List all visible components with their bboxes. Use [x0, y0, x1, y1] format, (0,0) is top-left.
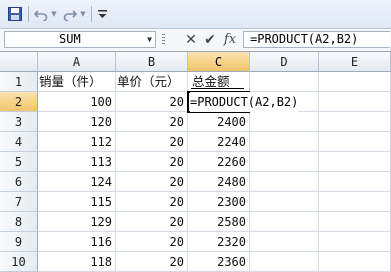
toolbar-separator — [28, 6, 29, 22]
row-header-6[interactable]: 6 — [0, 172, 38, 192]
cell-d4[interactable] — [250, 132, 319, 152]
cell-b3[interactable]: 20 — [116, 112, 188, 132]
cell-a8[interactable]: 129 — [38, 212, 116, 232]
select-all-corner[interactable] — [0, 52, 38, 72]
column-header-b[interactable]: B — [116, 52, 188, 72]
cell-b5[interactable]: 20 — [116, 152, 188, 172]
cell-b9[interactable]: 20 — [116, 232, 188, 252]
cell-d3[interactable] — [250, 112, 319, 132]
c1-underline — [191, 88, 244, 89]
cell-b1[interactable]: 单价（元） — [116, 72, 188, 92]
cell-d6[interactable] — [250, 172, 319, 192]
cell-a3[interactable]: 120 — [38, 112, 116, 132]
redo-dropdown-icon[interactable]: ▼ — [79, 4, 87, 24]
cell-d9[interactable] — [250, 232, 319, 252]
formula-input[interactable]: =PRODUCT(A2,B2) — [243, 31, 390, 48]
name-box-value: SUM — [59, 32, 81, 46]
column-header-a[interactable]: A — [38, 52, 116, 72]
cell-e10[interactable] — [319, 252, 391, 272]
redo-icon[interactable] — [61, 4, 79, 24]
cell-e6[interactable] — [319, 172, 391, 192]
insert-function-icon[interactable]: fx — [221, 31, 239, 49]
toolbar-separator — [91, 6, 92, 22]
enter-icon[interactable]: ✔ — [202, 31, 218, 49]
cell-b6[interactable]: 20 — [116, 172, 188, 192]
cell-a6[interactable]: 124 — [38, 172, 116, 192]
row-header-4[interactable]: 4 — [0, 132, 38, 152]
cell-d1[interactable] — [250, 72, 319, 92]
cell-c8[interactable]: 2580 — [188, 212, 250, 232]
cell-c1[interactable]: 总金额 — [188, 72, 250, 92]
column-header-d[interactable]: D — [250, 52, 319, 72]
cell-a2[interactable]: 100 — [38, 92, 116, 112]
name-box-dropdown-icon[interactable]: ▼ — [147, 32, 152, 47]
name-box[interactable]: SUM ▼ — [4, 31, 156, 48]
cell-c10[interactable]: 2360 — [188, 252, 250, 272]
cell-a5[interactable]: 113 — [38, 152, 116, 172]
cell-e3[interactable] — [319, 112, 391, 132]
cell-d10[interactable] — [250, 252, 319, 272]
cell-d5[interactable] — [250, 152, 319, 172]
cell-e7[interactable] — [319, 192, 391, 212]
row-header-1[interactable]: 1 — [0, 72, 38, 92]
row-header-9[interactable]: 9 — [0, 232, 38, 252]
cell-c5[interactable]: 2260 — [188, 152, 250, 172]
undo-dropdown-icon[interactable]: ▼ — [50, 4, 58, 24]
cell-a4[interactable]: 112 — [38, 132, 116, 152]
cell-c6[interactable]: 2480 — [188, 172, 250, 192]
row-header-3[interactable]: 3 — [0, 112, 38, 132]
cell-b4[interactable]: 20 — [116, 132, 188, 152]
row-header-8[interactable]: 8 — [0, 212, 38, 232]
row-header-2[interactable]: 2 — [0, 92, 38, 112]
cell-e8[interactable] — [319, 212, 391, 232]
formula-bar-grip[interactable] — [162, 34, 165, 46]
cell-e5[interactable] — [319, 152, 391, 172]
column-header-e[interactable]: E — [319, 52, 391, 72]
cell-e1[interactable] — [319, 72, 391, 92]
cell-c4[interactable]: 2240 — [188, 132, 250, 152]
cell-a9[interactable]: 116 — [38, 232, 116, 252]
column-header-c[interactable]: C — [188, 52, 250, 72]
customize-toolbar-icon[interactable] — [95, 4, 109, 24]
cell-a1[interactable]: 销量（件） — [38, 72, 116, 92]
row-header-5[interactable]: 5 — [0, 152, 38, 172]
formula-bar: SUM ▼ ✕ ✔ fx =PRODUCT(A2,B2) — [0, 29, 391, 52]
cancel-icon[interactable]: ✕ — [183, 31, 199, 49]
cell-a7[interactable]: 115 — [38, 192, 116, 212]
cell-e4[interactable] — [319, 132, 391, 152]
undo-icon[interactable] — [32, 4, 50, 24]
cell-a10[interactable]: 118 — [38, 252, 116, 272]
row-header-10[interactable]: 10 — [0, 252, 38, 272]
cell-b2[interactable]: 20 — [116, 92, 188, 112]
save-icon[interactable] — [6, 4, 24, 24]
cell-d8[interactable] — [250, 212, 319, 232]
cell-e2[interactable] — [319, 92, 391, 112]
cell-c3[interactable]: 2400 — [188, 112, 250, 132]
cell-b8[interactable]: 20 — [116, 212, 188, 232]
cell-b10[interactable]: 20 — [116, 252, 188, 272]
cell-c7[interactable]: 2300 — [188, 192, 250, 212]
row-header-7[interactable]: 7 — [0, 192, 38, 212]
cell-d7[interactable] — [250, 192, 319, 212]
cell-c9[interactable]: 2320 — [188, 232, 250, 252]
quick-access-toolbar: ▼ ▼ — [0, 0, 391, 29]
cell-b7[interactable]: 20 — [116, 192, 188, 212]
cell-e9[interactable] — [319, 232, 391, 252]
active-cell-edit-text[interactable]: =PRODUCT(A2,B2) — [190, 92, 299, 112]
